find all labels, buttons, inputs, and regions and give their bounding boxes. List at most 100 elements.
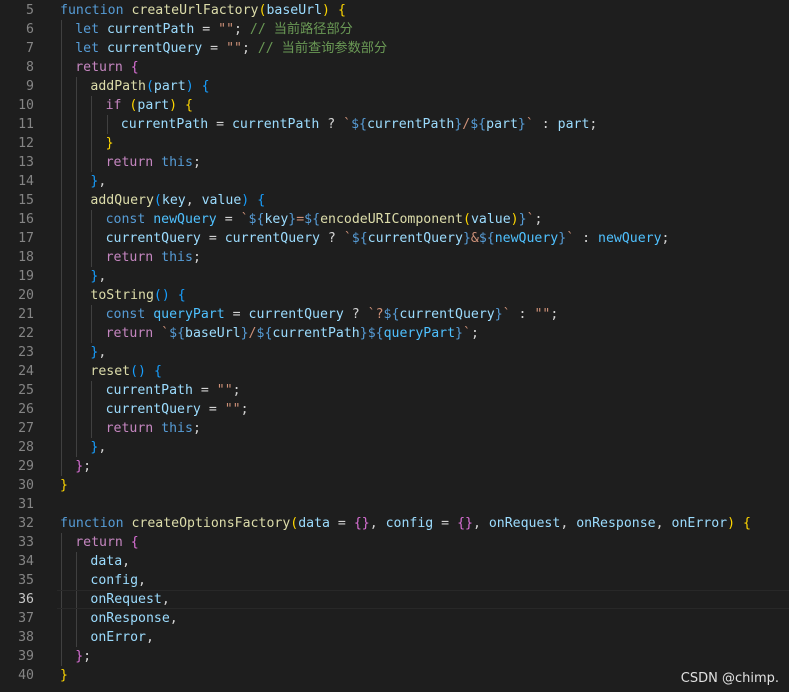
code-line[interactable]: 36 onRequest, bbox=[0, 590, 789, 609]
code-token: ? bbox=[343, 307, 368, 322]
code-token: ( bbox=[130, 364, 139, 379]
code-line[interactable]: 10 if (part) { bbox=[0, 96, 789, 115]
code-token: ( bbox=[153, 288, 162, 303]
line-number: 30 bbox=[18, 478, 34, 493]
code-line[interactable]: 9 addPath(part) { bbox=[0, 77, 789, 96]
indent-guide bbox=[76, 400, 78, 419]
indent-guide bbox=[76, 590, 78, 609]
code-line[interactable]: 17 currentQuery = currentQuery ? `${curre… bbox=[0, 229, 789, 248]
code-line[interactable]: 32 function createOptionsFactory(data = {… bbox=[0, 514, 789, 533]
code-line[interactable]: 37 onResponse, bbox=[0, 609, 789, 628]
code-token: = bbox=[202, 41, 227, 56]
code-token: ${ bbox=[248, 212, 265, 227]
code-line[interactable]: 27 return this; bbox=[0, 419, 789, 438]
code-token: baseUrl bbox=[266, 3, 323, 18]
code-text: addPath(part) { bbox=[90, 77, 789, 96]
indent-guide bbox=[91, 419, 93, 438]
code-token: this bbox=[161, 155, 193, 170]
code-line[interactable]: 38 onError, bbox=[0, 628, 789, 647]
code-text: currentPath = currentPath ? `${currentPa… bbox=[121, 115, 789, 134]
indent-guide bbox=[61, 590, 62, 609]
code-text: onRequest, bbox=[90, 590, 789, 609]
code-text: toString() { bbox=[90, 286, 789, 305]
code-line[interactable]: 25 currentPath = ""; bbox=[0, 381, 789, 400]
indent-guide bbox=[91, 248, 93, 267]
code-token: ; bbox=[234, 22, 250, 37]
code-line[interactable]: 15 addQuery(key, value) { bbox=[0, 191, 789, 210]
code-line[interactable]: 16 const newQuery = `${key}=${encodeURICo… bbox=[0, 210, 789, 229]
code-token: : bbox=[574, 231, 598, 246]
line-number: 31 bbox=[18, 497, 34, 512]
code-token: ; bbox=[534, 212, 543, 227]
code-token: } bbox=[517, 117, 526, 132]
code-text: if (part) { bbox=[106, 96, 789, 115]
code-token: ? bbox=[319, 231, 344, 246]
code-editor[interactable]: 5 function createUrlFactory(baseUrl) {6 le… bbox=[0, 1, 789, 685]
code-token: addQuery bbox=[90, 193, 154, 208]
indent-guide bbox=[76, 305, 78, 324]
code-token: = bbox=[194, 22, 219, 37]
code-token: queryPart bbox=[383, 326, 456, 341]
line-number: 12 bbox=[18, 136, 34, 151]
code-token: onResponse bbox=[576, 516, 656, 531]
code-line[interactable]: 23}, bbox=[0, 343, 789, 362]
code-line[interactable]: 21 const queryPart = currentQuery ? `?${c… bbox=[0, 305, 789, 324]
code-token: ; bbox=[192, 421, 201, 436]
code-line[interactable]: 35 config, bbox=[0, 571, 789, 590]
code-text: }, bbox=[90, 267, 789, 286]
indent-guide bbox=[91, 381, 93, 400]
code-line[interactable]: 22 return `${baseUrl}/${currentPath}${que… bbox=[0, 324, 789, 343]
code-line[interactable]: 26 currentQuery = ""; bbox=[0, 400, 789, 419]
code-text: return { bbox=[75, 58, 789, 77]
code-token: { bbox=[185, 98, 193, 113]
indent-guide bbox=[91, 324, 93, 343]
code-token: let bbox=[75, 41, 107, 56]
code-line[interactable]: 11 currentPath = currentPath ? `${current… bbox=[0, 115, 789, 134]
code-line[interactable]: 28}, bbox=[0, 438, 789, 457]
code-token: currentPath bbox=[231, 117, 320, 132]
line-number: 25 bbox=[18, 383, 34, 398]
code-line[interactable]: 20 toString() { bbox=[0, 286, 789, 305]
code-line[interactable]: 19}, bbox=[0, 267, 789, 286]
code-token: onRequest bbox=[90, 592, 162, 607]
code-line[interactable]: 24 reset() { bbox=[0, 362, 789, 381]
code-line[interactable]: 14}, bbox=[0, 172, 789, 191]
line-number: 11 bbox=[18, 117, 34, 132]
code-line[interactable]: 30} bbox=[0, 476, 789, 495]
indent-guide bbox=[76, 362, 78, 381]
code-line[interactable]: 39}; bbox=[0, 647, 789, 666]
line-number: 29 bbox=[18, 459, 34, 474]
code-line[interactable]: 12} bbox=[0, 134, 789, 153]
code-line[interactable]: 6 let currentPath = ""; // 当前路径部分 bbox=[0, 20, 789, 39]
code-line[interactable]: 40} bbox=[0, 666, 789, 685]
line-number: 33 bbox=[18, 535, 34, 550]
code-line[interactable]: 13 return this; bbox=[0, 153, 789, 172]
code-token: ` bbox=[343, 117, 352, 132]
indent-guide bbox=[76, 552, 78, 571]
code-line[interactable]: 31 bbox=[0, 495, 789, 514]
code-text: }; bbox=[75, 457, 789, 476]
code-token: ; bbox=[83, 649, 92, 664]
indent-guide bbox=[61, 343, 62, 362]
indent-guide bbox=[106, 115, 108, 134]
code-token: let bbox=[75, 22, 107, 37]
indent-guide bbox=[91, 229, 93, 248]
code-token: { bbox=[201, 79, 210, 94]
code-token: currentQuery bbox=[105, 402, 201, 417]
code-token: // 当前路径部分 bbox=[249, 22, 353, 37]
code-token: ${ bbox=[478, 231, 495, 246]
code-line[interactable]: 8 return { bbox=[0, 58, 789, 77]
code-text: currentQuery = currentQuery ? `${current… bbox=[106, 229, 789, 248]
code-line[interactable]: 18 return this; bbox=[0, 248, 789, 267]
code-line[interactable]: 29}; bbox=[0, 457, 789, 476]
code-token: = bbox=[296, 212, 305, 227]
code-line[interactable]: 34 data, bbox=[0, 552, 789, 571]
code-line[interactable]: 7 let currentQuery = ""; // 当前查询参数部分 bbox=[0, 39, 789, 58]
line-number: 16 bbox=[18, 212, 34, 227]
code-line[interactable]: 5 function createUrlFactory(baseUrl) { bbox=[0, 1, 789, 20]
code-line[interactable]: 33 return { bbox=[0, 533, 789, 552]
code-text: let currentQuery = ""; // 当前查询参数部分 bbox=[75, 39, 789, 58]
